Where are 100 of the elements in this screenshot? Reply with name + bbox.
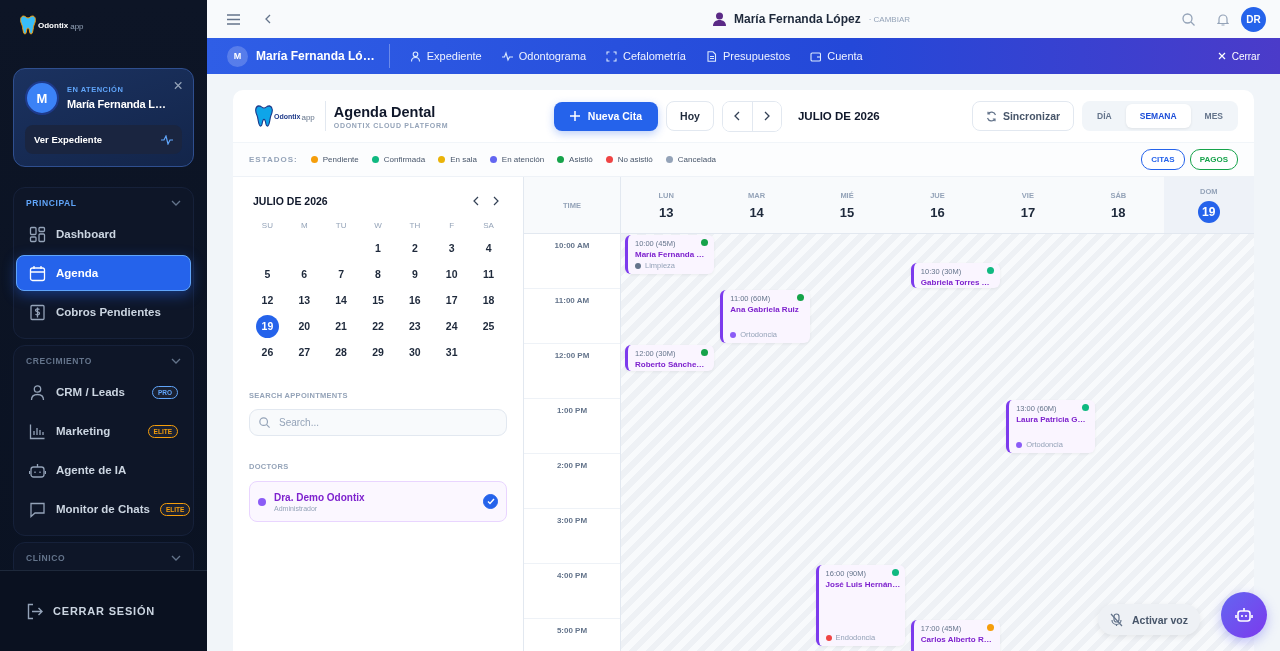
calendar-day[interactable]: 22 xyxy=(359,313,397,339)
calendar-day[interactable]: 30 xyxy=(396,339,434,365)
view-tab[interactable]: MES xyxy=(1192,104,1235,128)
calendar-day[interactable]: 4 xyxy=(470,235,507,261)
calendar-day[interactable]: 25 xyxy=(470,313,507,339)
check-icon xyxy=(486,498,495,505)
patient-tab[interactable]: Expediente xyxy=(401,50,494,62)
view-record-button[interactable]: Ver Expediente xyxy=(25,125,182,154)
patient-name: María Fernanda … xyxy=(635,249,706,260)
month-title: JULIO DE 2026 xyxy=(253,195,329,207)
robot-icon xyxy=(29,461,46,479)
calendar-day[interactable]: 3 xyxy=(433,235,471,261)
calendar-day[interactable]: 14 xyxy=(322,287,360,313)
nav-item[interactable]: Agente de IA xyxy=(16,452,191,488)
person-icon xyxy=(712,12,726,26)
voice-button[interactable]: Activar voz xyxy=(1097,604,1200,635)
calendar-day[interactable]: 20 xyxy=(285,313,323,339)
hour-label: 2:00 PM xyxy=(556,461,588,471)
section-title[interactable]: CRECIMIENTO xyxy=(26,356,92,366)
today-button[interactable]: Hoy xyxy=(666,101,714,131)
nav-item[interactable]: Dashboard xyxy=(16,216,191,252)
calendar-day[interactable]: 26 xyxy=(249,339,286,365)
filter-toggle[interactable]: CITAS xyxy=(1141,149,1185,170)
calendar-day[interactable]: 12 xyxy=(249,287,286,313)
calendar-day[interactable]: 2 xyxy=(396,235,434,261)
patient-name: Roberto Sánche… xyxy=(635,359,706,370)
logout-button[interactable]: CERRAR SESIÓN xyxy=(26,602,156,620)
page-title: Agenda Dental xyxy=(333,103,437,120)
status-label: No asistió xyxy=(617,155,653,164)
user-icon xyxy=(409,50,421,62)
logo-text: Odontix xyxy=(38,20,69,30)
calendar-day[interactable]: 10 xyxy=(433,261,471,287)
calendar-day[interactable]: 15 xyxy=(359,287,397,313)
patient-tab[interactable]: Cuenta xyxy=(802,50,875,62)
patient-tab[interactable]: Cefalometría xyxy=(598,50,698,62)
calendar-day[interactable]: 11 xyxy=(470,261,507,287)
patient-name: Laura Patricia G… xyxy=(1016,414,1087,425)
section-title[interactable]: PRINCIPAL xyxy=(26,198,77,208)
calendar-day[interactable]: 5 xyxy=(249,261,286,287)
hour-label: 12:00 PM xyxy=(554,351,590,361)
view-tab[interactable]: SEMANA xyxy=(1125,104,1191,128)
nav-item[interactable]: Cobros Pendientes xyxy=(16,294,191,330)
patient-avatar: M xyxy=(25,81,59,115)
calendar-day[interactable]: 18 xyxy=(470,287,507,313)
chevron-right-icon[interactable] xyxy=(493,196,499,206)
doctor-checkbox[interactable] xyxy=(483,494,498,509)
logout-icon xyxy=(26,602,43,620)
close-icon[interactable] xyxy=(173,81,182,90)
back-chevron-icon[interactable] xyxy=(264,14,271,24)
close-icon xyxy=(1217,52,1226,60)
calendar-day[interactable]: 28 xyxy=(322,339,360,365)
menu-icon[interactable] xyxy=(227,13,240,25)
calendar-day[interactable]: 29 xyxy=(359,339,397,365)
pulse-icon xyxy=(161,134,173,145)
hour-label: 4:00 PM xyxy=(556,571,588,581)
calendar-day[interactable]: 23 xyxy=(396,313,434,339)
logo-suffix: app xyxy=(70,21,84,31)
patient-tab[interactable]: Odontograma xyxy=(493,50,598,62)
search-field[interactable]: Search... xyxy=(249,409,507,436)
calendar-day[interactable]: 27 xyxy=(285,339,323,365)
status-label: Confirmada xyxy=(383,155,426,164)
view-tab[interactable]: DÍA xyxy=(1085,104,1124,128)
close-patient-link[interactable]: Cerrar xyxy=(1217,50,1260,62)
plus-icon xyxy=(569,111,580,121)
calendar-day[interactable]: 17 xyxy=(433,287,471,313)
new-appointment-button[interactable]: Nueva Cita xyxy=(553,101,659,131)
calendar-day[interactable]: 24 xyxy=(433,313,471,339)
chevron-icon[interactable] xyxy=(171,358,181,364)
calendar-day[interactable]: 7 xyxy=(322,261,360,287)
chart-icon xyxy=(29,422,46,440)
hour-label: 11:00 AM xyxy=(554,296,590,306)
wallet-icon xyxy=(810,50,822,62)
patient-tab[interactable]: Presupuestos xyxy=(698,50,803,62)
calendar-day[interactable]: 16 xyxy=(396,287,434,313)
weekday-label: TU xyxy=(334,220,348,232)
nav-item[interactable]: Agenda xyxy=(16,255,191,291)
hour-label: 5:00 PM xyxy=(556,626,588,636)
doc-icon xyxy=(706,50,717,62)
bell-icon[interactable] xyxy=(1217,12,1229,26)
sync-button[interactable]: Sincronizar xyxy=(971,101,1075,131)
calendar-day[interactable]: 21 xyxy=(322,313,360,339)
chevron-icon[interactable] xyxy=(171,200,181,206)
hour-label: 3:00 PM xyxy=(556,516,588,526)
chevron-left-icon[interactable] xyxy=(473,196,479,206)
chat-icon xyxy=(29,500,46,518)
calendar-day[interactable]: 13 xyxy=(285,287,323,313)
calendar-day[interactable]: 31 xyxy=(433,339,471,365)
chevron-icon[interactable] xyxy=(171,555,181,561)
section-title[interactable]: CLÍNICO xyxy=(26,553,66,563)
calendar-day[interactable]: 19 xyxy=(255,314,279,338)
patient-name: Gabriela Torres … xyxy=(920,276,991,288)
weekday-label: TH xyxy=(408,220,422,232)
status-label: Pendiente xyxy=(322,155,359,164)
search-icon[interactable] xyxy=(1182,12,1195,26)
calendar-icon xyxy=(29,264,46,282)
user-avatar[interactable]: DR xyxy=(1241,6,1266,32)
calendar-day[interactable]: 6 xyxy=(285,261,323,287)
calendar-day[interactable]: 9 xyxy=(396,261,434,287)
calendar-day[interactable]: 8 xyxy=(359,261,397,287)
calendar-day[interactable]: 1 xyxy=(359,235,397,261)
